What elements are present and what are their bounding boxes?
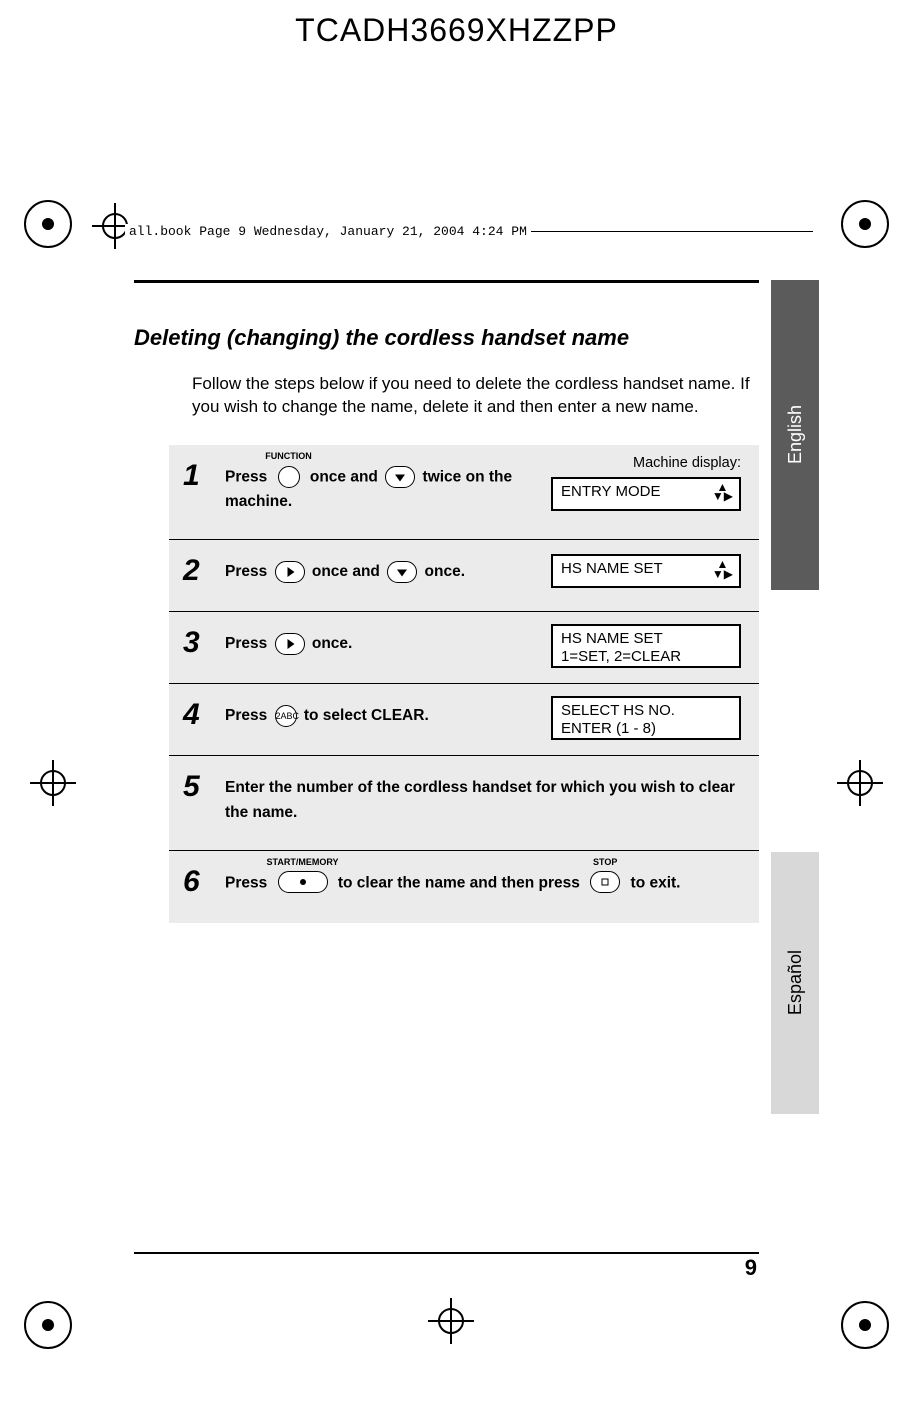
bottom-rule bbox=[134, 1252, 759, 1254]
language-tabs: English Español bbox=[771, 280, 819, 1293]
top-rule bbox=[134, 280, 759, 283]
step-text: Press 2ABC to select CLEAR. bbox=[225, 704, 555, 729]
nav-arrows-icon: ▲▼▶ bbox=[712, 483, 733, 502]
step-number: 4 bbox=[183, 698, 200, 732]
nav-arrows-icon: ▲▼▶ bbox=[712, 560, 733, 579]
step-text: Enter the number of the cordless handset… bbox=[225, 776, 741, 826]
machine-display: SELECT HS NO. ENTER (1 - 8) bbox=[551, 696, 741, 740]
step-number: 5 bbox=[183, 770, 200, 804]
registration-mark-icon bbox=[841, 200, 889, 248]
stop-button-icon: STOP bbox=[587, 871, 623, 896]
document-id: TCADH3669XHZZPP bbox=[0, 12, 913, 49]
down-arrow-button-icon bbox=[387, 561, 417, 583]
section-heading: Deleting (changing) the cordless handset… bbox=[134, 325, 759, 351]
tab-blank bbox=[771, 1114, 819, 1293]
page: TCADH3669XHZZPP all.book Page 9 Wednesda… bbox=[0, 0, 913, 1409]
step-text: Press FUNCTION once and twice on the mac… bbox=[225, 465, 555, 515]
step-number: 3 bbox=[183, 626, 200, 660]
tab-blank bbox=[771, 590, 819, 852]
step-text: Press once and once. bbox=[225, 560, 555, 585]
crosshair-icon bbox=[438, 1308, 464, 1334]
slug-line: all.book Page 9 Wednesday, January 21, 2… bbox=[125, 222, 813, 240]
step-text: Press once. bbox=[225, 632, 555, 657]
crosshair-icon bbox=[40, 770, 66, 796]
content-column: Deleting (changing) the cordless handset… bbox=[134, 280, 759, 923]
step-text: Press START/MEMORY to clear the name and… bbox=[225, 871, 741, 896]
registration-mark-icon bbox=[24, 200, 72, 248]
machine-display: HS NAME SET 1=SET, 2=CLEAR bbox=[551, 624, 741, 668]
steps-panel: 1 Press FUNCTION once and twice on the m… bbox=[169, 445, 759, 923]
step: 6 Press START/MEMORY to clear the name a… bbox=[169, 851, 759, 923]
tab-english[interactable]: English bbox=[771, 280, 819, 590]
step-number: 6 bbox=[183, 865, 200, 899]
crosshair-icon bbox=[847, 770, 873, 796]
down-arrow-button-icon bbox=[385, 466, 415, 488]
registration-mark-icon bbox=[24, 1301, 72, 1349]
function-button-icon: FUNCTION bbox=[275, 465, 303, 490]
right-arrow-button-icon bbox=[275, 633, 305, 655]
machine-display: HS NAME SET ▲▼▶ bbox=[551, 554, 741, 588]
slug-text: all.book Page 9 Wednesday, January 21, 2… bbox=[125, 224, 531, 239]
keypad-2-button-icon: 2ABC bbox=[275, 705, 297, 727]
step-number: 1 bbox=[183, 459, 200, 493]
machine-display: ENTRY MODE ▲▼▶ bbox=[551, 477, 741, 511]
registration-mark-icon bbox=[841, 1301, 889, 1349]
step: 2 Press once and once. HS NAME SET ▲▼▶ bbox=[169, 540, 759, 612]
step: 3 Press once. HS NAME SET 1=SET, 2=CLEAR bbox=[169, 612, 759, 684]
start-memory-button-icon: START/MEMORY bbox=[275, 871, 331, 896]
machine-display-label: Machine display: bbox=[633, 455, 741, 471]
step: 4 Press 2ABC to select CLEAR. SELECT HS … bbox=[169, 684, 759, 756]
intro-paragraph: Follow the steps below if you need to de… bbox=[192, 373, 759, 419]
step: 1 Press FUNCTION once and twice on the m… bbox=[169, 445, 759, 540]
step: 5 Enter the number of the cordless hands… bbox=[169, 756, 759, 851]
step-number: 2 bbox=[183, 554, 200, 588]
right-arrow-button-icon bbox=[275, 561, 305, 583]
tab-espanol[interactable]: Español bbox=[771, 852, 819, 1114]
page-number: 9 bbox=[745, 1255, 757, 1281]
